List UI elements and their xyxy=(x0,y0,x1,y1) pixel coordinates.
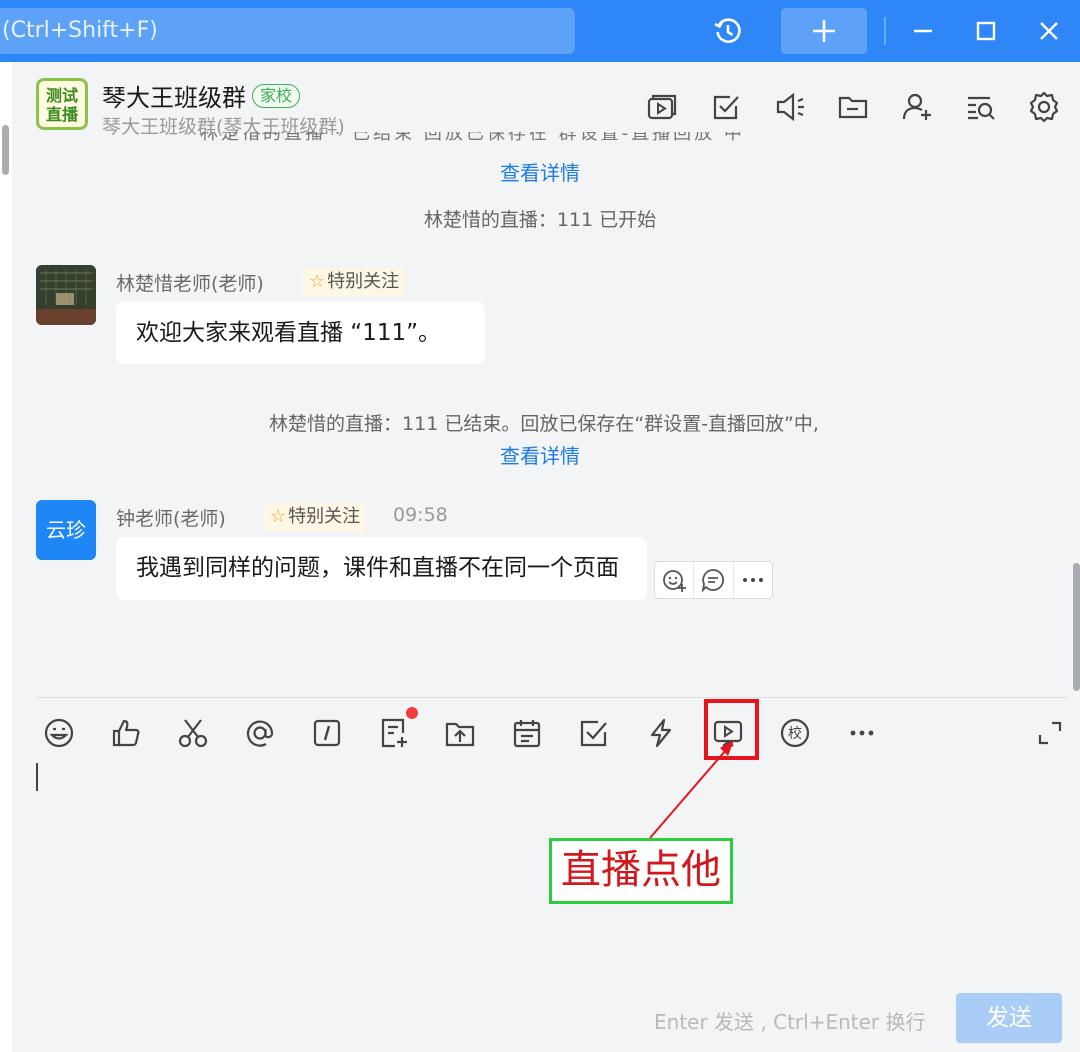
search-input[interactable]: (Ctrl+Shift+F) xyxy=(0,8,575,54)
new-note-tool-button[interactable] xyxy=(374,713,414,753)
checkbox-icon xyxy=(580,720,607,747)
svg-text:校: 校 xyxy=(788,725,802,742)
photo-avatar-image xyxy=(36,265,96,325)
history-icon xyxy=(714,18,741,43)
send-button[interactable]: 发送 xyxy=(956,993,1062,1043)
star-icon: ☆ xyxy=(270,506,287,527)
emoji-tool-button[interactable] xyxy=(39,713,79,753)
checkbox-icon xyxy=(713,95,739,120)
message-action-bar xyxy=(654,561,773,599)
system-message-live-ended: 林楚惜的直播：111 已结束。回放已保存在“群设置-直播回放”中, xyxy=(269,413,819,435)
add-button[interactable] xyxy=(781,8,867,54)
command-tool-button[interactable] xyxy=(307,713,347,753)
history-button[interactable] xyxy=(700,8,756,54)
plus-icon xyxy=(813,20,835,42)
reply-button[interactable] xyxy=(694,562,734,598)
mention-tool-button[interactable] xyxy=(240,713,280,753)
maximize-button[interactable] xyxy=(963,8,1009,54)
expand-icon xyxy=(1038,721,1062,745)
more-options-button[interactable] xyxy=(734,562,772,598)
upload-file-tool-button[interactable] xyxy=(440,713,480,753)
react-emoji-button[interactable] xyxy=(655,562,695,598)
live-video-icon xyxy=(647,94,677,120)
thumbs-up-icon xyxy=(112,719,140,747)
slash-command-icon xyxy=(313,719,341,747)
more-horizontal-icon xyxy=(742,578,763,582)
speaker-icon xyxy=(776,92,804,122)
annotation-label: 直播点他 xyxy=(549,838,733,904)
minimize-button[interactable] xyxy=(900,8,946,54)
header-task-button[interactable] xyxy=(707,88,745,126)
header-live-button[interactable] xyxy=(643,88,681,126)
special-follow-badge: ☆ 特别关注 xyxy=(264,503,367,531)
follow-label: 特别关注 xyxy=(327,271,400,292)
folder-icon xyxy=(838,96,868,119)
at-sign-icon xyxy=(246,720,274,747)
follow-label: 特别关注 xyxy=(288,506,361,527)
star-icon: ☆ xyxy=(309,271,326,292)
like-tool-button[interactable] xyxy=(106,713,146,753)
notification-dot xyxy=(406,707,418,719)
truncated-system-message: 林楚惜的直播 · 已结束 回放已保存在 群设置-直播回放 中 xyxy=(200,132,745,144)
message-bubble[interactable]: 欢迎大家来观看直播 “111”。 xyxy=(116,302,485,364)
system-message-live-started: 林楚惜的直播：111 已开始 xyxy=(423,209,657,231)
special-follow-badge: ☆ 特别关注 xyxy=(303,268,406,296)
header-settings-button[interactable] xyxy=(1025,88,1063,126)
add-reaction-icon xyxy=(663,570,687,592)
close-button[interactable] xyxy=(1026,8,1072,54)
header-add-member-button[interactable] xyxy=(898,88,936,126)
more-horizontal-icon xyxy=(850,730,874,736)
more-tools-button[interactable] xyxy=(842,713,882,753)
close-icon xyxy=(1040,22,1058,40)
school-badge-icon: 校 xyxy=(780,718,810,748)
message-sender-name[interactable]: 钟老师(老师) xyxy=(116,504,226,531)
send-shortcut-hint: Enter 发送 , Ctrl+Enter 换行 xyxy=(654,1010,926,1034)
view-details-link[interactable]: 查看详情 xyxy=(0,157,1080,186)
message-timestamp: 09:58 xyxy=(393,504,448,526)
header-files-button[interactable] xyxy=(834,88,872,126)
message-bubble[interactable]: 我遇到同样的问题，课件和直播不在同一个页面 xyxy=(116,537,647,600)
view-details-link[interactable]: 查看详情 xyxy=(0,440,1080,469)
header-search-history-button[interactable] xyxy=(962,88,1000,126)
task-tool-button[interactable] xyxy=(574,713,614,753)
comment-icon xyxy=(702,569,725,593)
maximize-icon xyxy=(976,21,996,41)
note-add-icon xyxy=(381,718,407,748)
group-name: 琴大王班级群 xyxy=(102,84,246,112)
composer-divider xyxy=(36,697,1068,698)
scissors-icon xyxy=(178,719,208,748)
school-tool-button[interactable]: 校 xyxy=(775,713,815,753)
add-user-icon xyxy=(902,93,931,120)
expand-composer-button[interactable] xyxy=(1030,713,1070,753)
message-scrollbar[interactable] xyxy=(1073,563,1080,691)
sender-avatar[interactable]: 云珍 xyxy=(36,500,96,560)
calendar-icon xyxy=(513,720,541,748)
gear-icon xyxy=(1029,91,1059,123)
group-type-badge: 家校 xyxy=(252,84,301,108)
minimize-icon xyxy=(914,29,932,33)
header-announcement-button[interactable] xyxy=(771,88,809,126)
search-list-icon xyxy=(968,96,995,120)
titlebar-divider xyxy=(884,17,886,45)
schedule-tool-button[interactable] xyxy=(507,713,547,753)
emoji-icon xyxy=(44,718,74,748)
group-avatar[interactable]: 测试 直播 xyxy=(36,78,88,130)
message-sender-name[interactable]: 林楚惜老师(老师) xyxy=(116,269,264,296)
annotation-arrow xyxy=(649,740,734,839)
upload-folder-icon xyxy=(445,722,475,747)
text-cursor[interactable] xyxy=(36,763,38,791)
screenshot-tool-button[interactable] xyxy=(173,713,213,753)
sender-avatar[interactable] xyxy=(36,265,96,325)
